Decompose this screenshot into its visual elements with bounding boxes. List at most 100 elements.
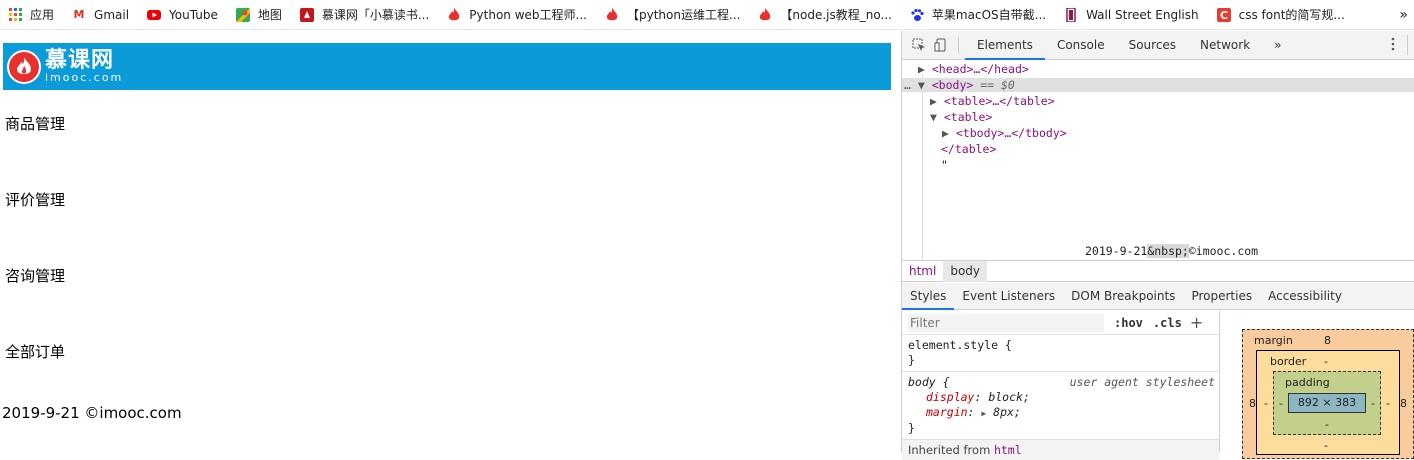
bookmark-youtube[interactable]: YouTube: [147, 8, 218, 22]
rule-close-brace: }: [908, 353, 915, 367]
dom-gutter: [922, 73, 923, 260]
collapse-arrow-icon[interactable]: ▼: [918, 78, 925, 92]
expand-triangle-icon[interactable]: ▶: [981, 409, 986, 418]
bookmark-label: YouTube: [169, 7, 218, 22]
svg-text:C: C: [1220, 9, 1228, 22]
bookmark-python-web[interactable]: Python web工程师...: [447, 6, 587, 23]
rule-close-brace: }: [908, 421, 915, 435]
dom-node-tbody[interactable]: ▶ <tbody>…</tbody>: [942, 126, 1067, 140]
kebab-menu-icon[interactable]: [1391, 37, 1395, 54]
text-node-copyright: ©imooc.com: [1188, 244, 1259, 258]
logo-text: 慕课网 imooc.com: [45, 48, 123, 84]
logo-cn: 慕课网: [45, 48, 115, 73]
selected-node-marker: == $0: [980, 78, 1015, 92]
tab-network[interactable]: Network: [1188, 31, 1262, 60]
styles-pane: :hov .cls + element.style { } body { use…: [902, 311, 1220, 460]
tab-elements[interactable]: Elements: [965, 31, 1045, 60]
element-style-rule[interactable]: element.style { }: [902, 335, 1219, 372]
inherited-tag[interactable]: html: [994, 443, 1022, 457]
tab-dom-breakpoints[interactable]: DOM Breakpoints: [1063, 283, 1183, 310]
table-close-tag: </table>: [941, 142, 997, 156]
menu-item-consultations[interactable]: 咨询管理: [5, 265, 65, 286]
margin-top-value[interactable]: 8: [1324, 334, 1331, 347]
bookmarks-more-button[interactable]: »: [1399, 7, 1408, 23]
bookmark-label: Gmail: [94, 7, 130, 22]
border-bottom-value[interactable]: -: [1324, 439, 1328, 452]
padding-label: padding: [1285, 376, 1330, 389]
bookmark-python-ops[interactable]: 【python运维工程...: [605, 6, 740, 23]
padding-bottom-value[interactable]: -: [1325, 418, 1329, 431]
filter-row: :hov .cls +: [902, 311, 1219, 335]
bookmark-imooc[interactable]: 慕课网「小慕读书...: [299, 6, 429, 23]
margin-left-value[interactable]: 8: [1249, 397, 1256, 410]
box-model-content[interactable]: 892 × 383: [1288, 393, 1366, 413]
tab-sources[interactable]: Sources: [1117, 31, 1188, 60]
youtube-icon: [147, 8, 162, 22]
property-name: margin: [926, 405, 968, 419]
expand-arrow-icon[interactable]: ▶: [918, 62, 925, 76]
flame-icon: [447, 7, 461, 22]
bookmark-apps[interactable]: 应用: [8, 6, 54, 23]
tab-console[interactable]: Console: [1045, 31, 1117, 60]
bookmark-label: Python web工程师...: [469, 8, 587, 22]
menu-item-reviews[interactable]: 评价管理: [5, 189, 65, 210]
text-node-nbsp: &nbsp;: [1147, 244, 1189, 258]
breadcrumb-html[interactable]: html: [902, 261, 943, 282]
dom-text-node[interactable]: 2019-9-21&nbsp;©imooc.com: [1085, 244, 1258, 258]
new-rule-button[interactable]: +: [1190, 313, 1203, 332]
dom-node-table-1[interactable]: ▶ <table>…</table>: [930, 94, 1055, 108]
style-property-margin[interactable]: margin: ▶ 8px;: [908, 405, 1213, 421]
dom-node-body[interactable]: … ▼ <body> == $0: [902, 78, 1414, 92]
hov-toggle-button[interactable]: :hov: [1114, 316, 1143, 330]
padding-right-value[interactable]: -: [1371, 397, 1375, 410]
dom-node-head[interactable]: ▶ <head>…</head>: [918, 62, 1029, 76]
footer-text: 2019-9-21 ©imooc.com: [2, 404, 182, 422]
tab-event-listeners[interactable]: Event Listeners: [954, 283, 1063, 310]
margin-right-value[interactable]: 8: [1400, 397, 1407, 410]
collapse-arrow-icon[interactable]: ▼: [930, 110, 937, 124]
border-right-value[interactable]: -: [1386, 397, 1390, 410]
tab-properties[interactable]: Properties: [1183, 283, 1260, 310]
more-tabs-button[interactable]: »: [1262, 31, 1293, 60]
user-agent-source: user agent stylesheet: [1069, 375, 1215, 389]
styles-filter-input[interactable]: [908, 313, 1104, 332]
close-devtools-icon[interactable]: [1407, 35, 1414, 55]
dom-node-table-close: </table>: [941, 142, 996, 156]
border-left-value[interactable]: -: [1264, 397, 1268, 410]
bookmark-nodejs[interactable]: 【node.js教程_no...: [758, 6, 892, 23]
maps-icon: [235, 7, 250, 22]
expand-arrow-icon[interactable]: ▶: [942, 126, 949, 140]
breadcrumb-body[interactable]: body: [943, 260, 988, 282]
bookmark-macos-screenshot[interactable]: 苹果macOS自带截...: [910, 6, 1046, 23]
bookmark-label: 【node.js教程_no...: [780, 8, 892, 22]
border-top-value[interactable]: -: [1324, 355, 1328, 368]
bookmark-maps[interactable]: 地图: [235, 6, 282, 23]
body-style-rule[interactable]: body { user agent stylesheet display: bl…: [902, 372, 1219, 440]
dom-node-table-2[interactable]: ▼ <table>: [930, 110, 992, 124]
expand-arrow-icon[interactable]: ▶: [930, 94, 937, 108]
inspect-element-icon[interactable]: [908, 34, 930, 56]
cls-toggle-button[interactable]: .cls: [1153, 316, 1182, 330]
body-tag: <body>: [931, 78, 974, 92]
bookmark-css-font[interactable]: C css font的简写规...: [1216, 6, 1345, 23]
dom-text-quote: ": [941, 158, 948, 172]
flame-icon: [758, 7, 772, 22]
padding-left-value[interactable]: -: [1279, 397, 1283, 410]
margin-label: margin: [1254, 334, 1293, 347]
tab-styles[interactable]: Styles: [902, 283, 955, 310]
head-tag: <head>…</head>: [931, 62, 1029, 76]
menu-item-orders[interactable]: 全部订单: [5, 341, 65, 362]
property-name: display: [926, 390, 975, 404]
breadcrumb: html body: [902, 260, 1414, 282]
wse-icon: [1064, 7, 1078, 22]
property-value: 8px;: [993, 405, 1021, 419]
bookmark-label: Wall Street English: [1086, 7, 1199, 22]
bookmark-wall-street-english[interactable]: Wall Street English: [1064, 7, 1199, 22]
menu-item-products[interactable]: 商品管理: [5, 113, 65, 134]
style-property-display[interactable]: display: block;: [908, 390, 1213, 405]
device-toolbar-icon[interactable]: [930, 34, 952, 56]
text-node-date: 2019-9-21: [1085, 244, 1148, 258]
page-viewport: 慕课网 imooc.com 商品管理 评价管理 咨询管理 全部订单 2019-9…: [0, 31, 900, 453]
tab-accessibility[interactable]: Accessibility: [1260, 283, 1350, 310]
bookmark-gmail[interactable]: M Gmail: [72, 7, 130, 22]
